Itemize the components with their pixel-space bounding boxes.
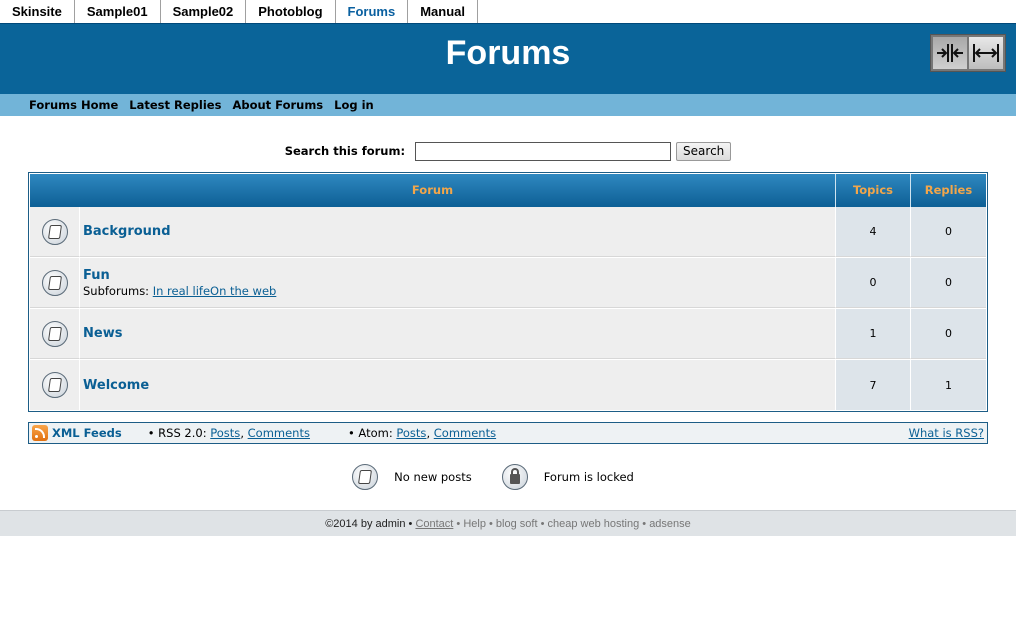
site-header: Forums xyxy=(0,23,1016,94)
adsense-link[interactable]: adsense xyxy=(649,518,691,530)
nav-latest-replies[interactable]: Latest Replies xyxy=(129,98,221,112)
forum-table: Forum Topics Replies Background 4 0 Fun … xyxy=(28,172,988,412)
replies-count: 0 xyxy=(911,207,986,257)
page-footer: ©2014 by admin • Contact • Help • blog s… xyxy=(0,510,1016,536)
table-header: Forum Topics Replies xyxy=(30,174,986,207)
forum-no-new-posts-icon xyxy=(41,372,68,398)
table-row: News 1 0 xyxy=(30,309,986,359)
forum-link-background[interactable]: Background xyxy=(83,224,835,239)
legend-no-new-posts: No new posts xyxy=(394,470,472,484)
atom-posts-link[interactable]: Posts xyxy=(396,426,426,440)
copyright: ©2014 by admin xyxy=(325,517,406,530)
replies-count: 1 xyxy=(911,360,986,410)
xml-feeds-bar: XML Feeds • RSS 2.0: Posts, Comments • A… xyxy=(28,422,988,444)
rss-icon xyxy=(32,425,48,441)
topics-count: 7 xyxy=(836,360,911,410)
forum-no-new-posts-icon xyxy=(41,320,68,347)
subforums-link[interactable]: In real lifeOn the web xyxy=(153,284,277,298)
rss-label: RSS 2.0: xyxy=(158,426,207,440)
forum-no-new-posts-icon xyxy=(41,269,68,296)
subforums-line: Subforums: In real lifeOn the web xyxy=(83,284,835,298)
forum-search: Search this forum: Search xyxy=(0,140,1016,162)
page-title: Forums xyxy=(445,34,571,72)
replies-count: 0 xyxy=(911,309,986,359)
topics-count: 4 xyxy=(836,207,911,257)
atom-comments-link[interactable]: Comments xyxy=(434,426,496,440)
forum-subnav: Forums Home Latest Replies About Forums … xyxy=(0,94,1016,116)
search-input[interactable] xyxy=(415,141,672,161)
replies-count: 0 xyxy=(911,258,986,308)
tab-strip-spacer xyxy=(478,0,1016,24)
subforums-label: Subforums: xyxy=(83,283,150,298)
lock-icon xyxy=(501,464,528,490)
column-header-replies: Replies xyxy=(911,174,986,207)
search-button[interactable]: Search xyxy=(676,141,732,161)
expand-width-icon[interactable] xyxy=(969,37,1003,69)
topics-count: 0 xyxy=(836,258,911,308)
what-is-rss-link[interactable]: What is RSS? xyxy=(909,426,984,440)
search-label: Search this forum: xyxy=(284,144,406,158)
rss-feed-group: • RSS 2.0: Posts, Comments xyxy=(147,426,310,440)
help-link[interactable]: Help xyxy=(463,518,486,530)
collapse-width-icon[interactable] xyxy=(933,37,967,69)
tab-skinsite[interactable]: Skinsite xyxy=(0,0,75,24)
blog-soft-link[interactable]: blog soft xyxy=(496,518,538,530)
forum-link-welcome[interactable]: Welcome xyxy=(83,378,835,393)
forum-link-news[interactable]: News xyxy=(83,326,835,341)
column-header-topics: Topics xyxy=(836,174,911,207)
column-header-forum: Forum xyxy=(30,174,836,207)
topics-count: 1 xyxy=(836,309,911,359)
hosting-link[interactable]: cheap web hosting xyxy=(547,518,639,530)
contact-link[interactable]: Contact xyxy=(415,518,453,530)
table-row: Background 4 0 xyxy=(30,207,986,257)
atom-label: Atom: xyxy=(358,426,393,440)
table-row: Fun Subforums: In real lifeOn the web 0 … xyxy=(30,258,986,308)
icon-legend: No new posts Forum is locked xyxy=(0,464,1016,490)
atom-feed-group: • Atom: Posts, Comments xyxy=(347,426,497,440)
tab-forums[interactable]: Forums xyxy=(335,0,409,24)
nav-forums-home[interactable]: Forums Home xyxy=(29,98,118,112)
forum-no-new-posts-icon xyxy=(41,218,68,245)
forum-link-fun[interactable]: Fun xyxy=(83,268,835,283)
table-row: Welcome 7 1 xyxy=(30,360,986,410)
tab-manual[interactable]: Manual xyxy=(408,0,478,24)
rss-posts-link[interactable]: Posts xyxy=(210,426,240,440)
rss-comments-link[interactable]: Comments xyxy=(248,426,310,440)
no-new-posts-icon xyxy=(352,464,379,490)
nav-about-forums[interactable]: About Forums xyxy=(232,98,323,112)
nav-log-in[interactable]: Log in xyxy=(334,98,374,112)
xml-feeds-link[interactable]: XML Feeds xyxy=(52,426,122,440)
top-tabs: Skinsite Sample01 Sample02 Photoblog For… xyxy=(0,0,1016,24)
tab-photoblog[interactable]: Photoblog xyxy=(246,0,336,24)
tab-sample01[interactable]: Sample01 xyxy=(74,0,161,24)
width-toggle xyxy=(930,34,1006,72)
legend-forum-locked: Forum is locked xyxy=(543,470,634,484)
tab-sample02[interactable]: Sample02 xyxy=(160,0,247,24)
